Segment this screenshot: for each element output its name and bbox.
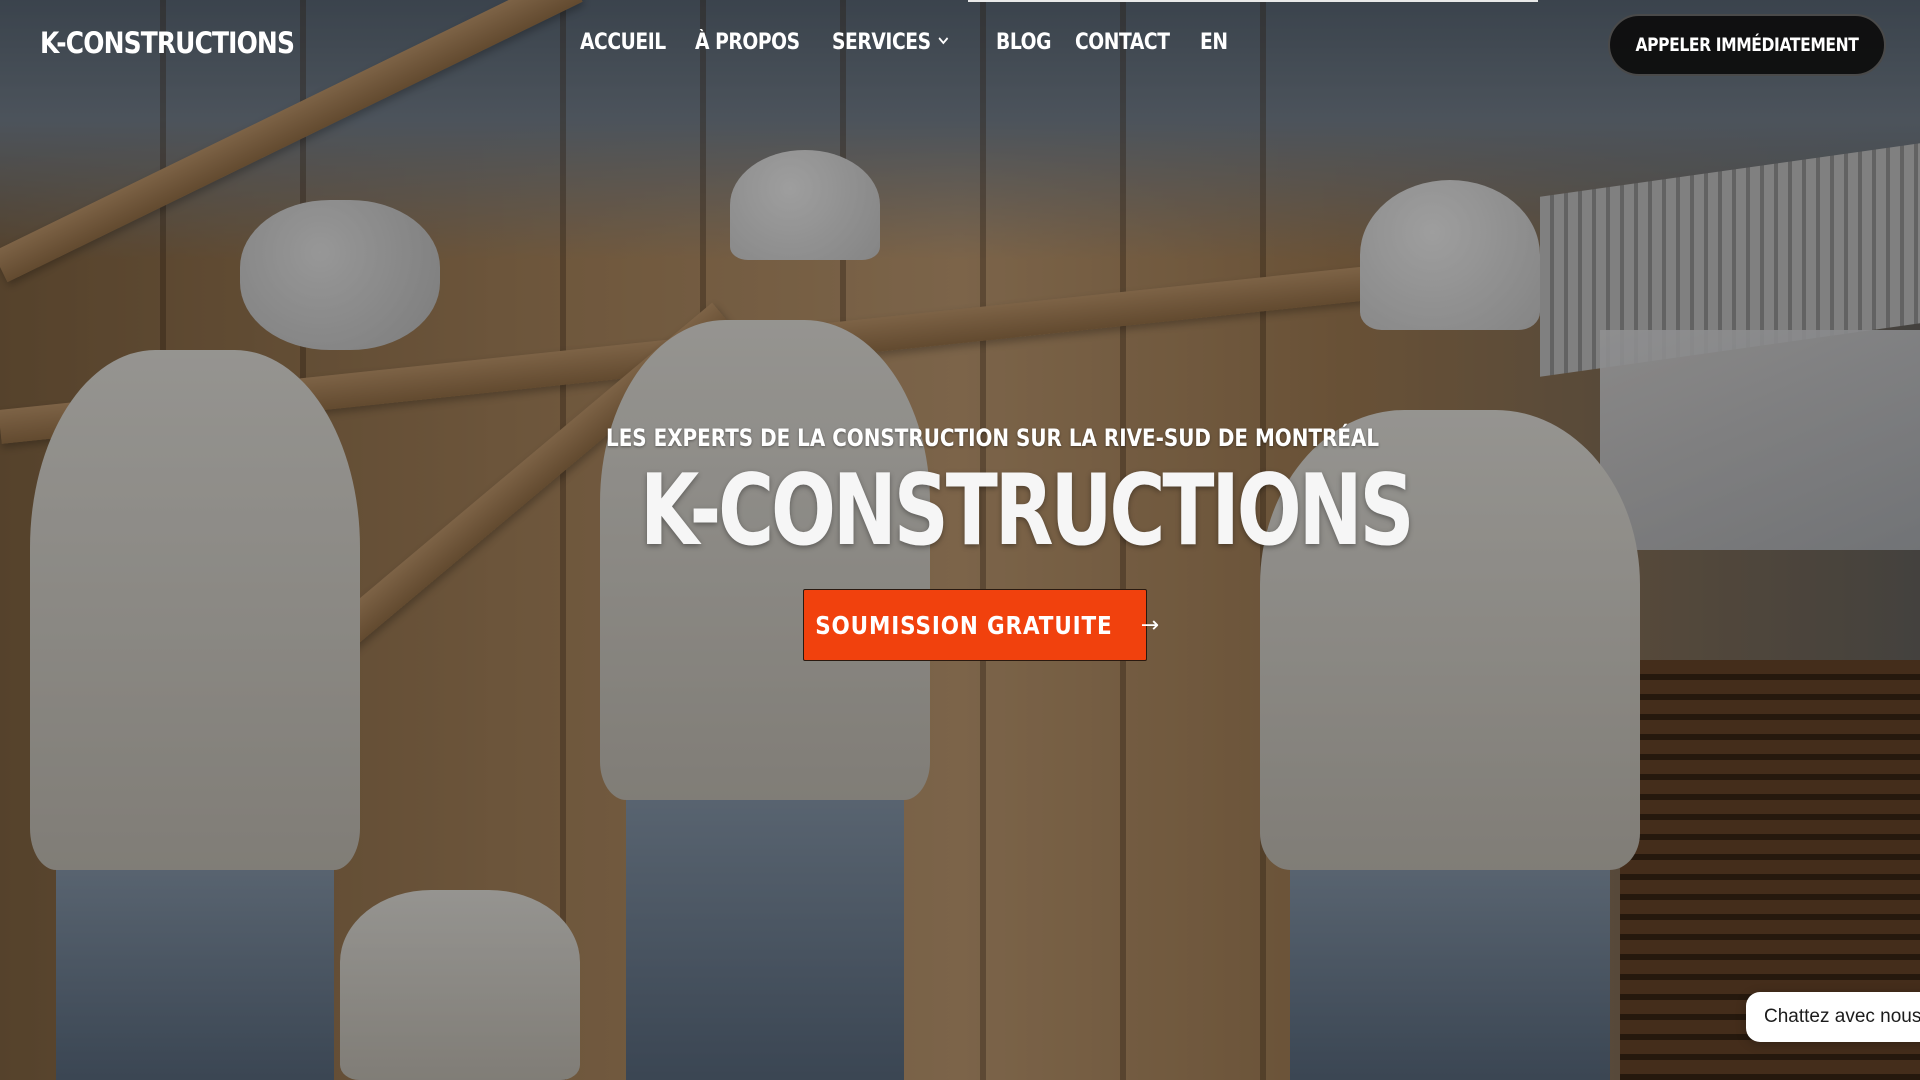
- nav-item-accueil[interactable]: ACCUEIL: [580, 30, 666, 55]
- nav-item-label: ACCUEIL: [580, 30, 666, 55]
- nav-item-label: À PROPOS: [694, 30, 800, 55]
- nav-item-services[interactable]: SERVICES: [832, 30, 949, 55]
- arrow-right-icon: →: [1140, 612, 1160, 638]
- hero-tagline: LES EXPERTS DE LA CONSTRUCTION SUR LA RI…: [606, 424, 1380, 452]
- nav-item-language[interactable]: EN: [1200, 30, 1228, 55]
- hero-title: K-CONSTRUCTIONS: [640, 454, 1415, 568]
- chat-widget-label: Chattez avec nous: [1764, 1006, 1920, 1027]
- call-now-button[interactable]: APPELER IMMÉDIATEMENT: [1608, 14, 1886, 76]
- top-strip: [968, 0, 1538, 2]
- nav-item-blog[interactable]: BLOG: [996, 30, 1051, 55]
- site-header: K-CONSTRUCTIONS ACCUEIL À PROPOS SERVICE…: [0, 0, 1920, 92]
- free-quote-button[interactable]: SOUMISSION GRATUITE →: [803, 589, 1159, 661]
- nav-item-label: BLOG: [996, 30, 1052, 55]
- nav-item-contact[interactable]: CONTACT: [1075, 30, 1170, 55]
- free-quote-label: SOUMISSION GRATUITE: [815, 610, 1113, 640]
- main-nav: ACCUEIL À PROPOS SERVICES BLOG CONTACT E…: [580, 30, 1233, 55]
- chat-widget[interactable]: Chattez avec nous: [1746, 992, 1920, 1042]
- nav-item-label: CONTACT: [1074, 30, 1170, 55]
- call-now-label: APPELER IMMÉDIATEMENT: [1635, 34, 1859, 56]
- chevron-down-icon: [937, 34, 949, 50]
- nav-item-label: EN: [1200, 30, 1228, 55]
- site-logo[interactable]: K-CONSTRUCTIONS: [40, 26, 295, 60]
- page: K-CONSTRUCTIONS ACCUEIL À PROPOS SERVICE…: [0, 0, 1920, 1080]
- nav-item-a-propos[interactable]: À PROPOS: [695, 30, 800, 55]
- nav-item-label: SERVICES: [832, 30, 931, 55]
